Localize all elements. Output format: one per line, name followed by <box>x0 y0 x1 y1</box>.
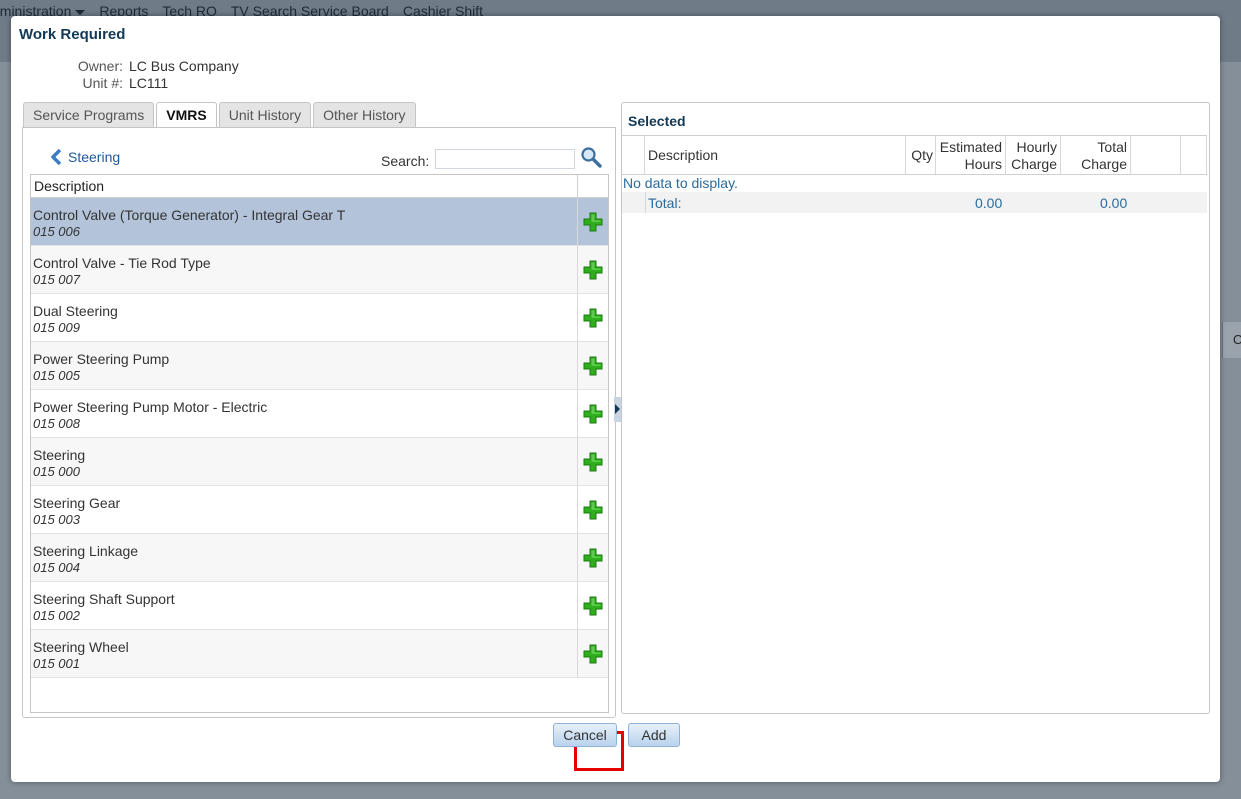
total-charge: 0.00 <box>1100 195 1128 211</box>
list-item[interactable]: Steering Shaft Support 015 002 <box>31 582 608 630</box>
column-total-charge[interactable]: Total Charge <box>1061 136 1131 174</box>
add-button[interactable]: Add <box>628 723 680 747</box>
vmrs-list: Description Control Valve (Torque Genera… <box>30 174 609 713</box>
list-item[interactable]: Control Valve (Torque Generator) - Integ… <box>31 198 608 246</box>
selected-grid-header: Description Qty Estimated Hours Hourly Cha… <box>622 135 1207 175</box>
column-description: Description <box>31 175 578 197</box>
item-code: 015 006 <box>33 224 80 239</box>
item-name: Steering Gear <box>33 495 121 511</box>
item-name: Dual Steering <box>33 303 118 319</box>
add-plus-icon[interactable] <box>583 212 603 232</box>
list-item[interactable]: Control Valve - Tie Rod Type 015 007 <box>31 246 608 294</box>
search-input[interactable] <box>435 149 575 169</box>
selected-panel: Selected Description Qty Estimated Hours … <box>621 102 1210 714</box>
add-plus-icon[interactable] <box>583 452 603 472</box>
item-code: 015 007 <box>33 272 80 287</box>
owner-label: Owner: <box>77 58 123 74</box>
list-item[interactable]: Power Steering Pump 015 005 <box>31 342 608 390</box>
list-item[interactable]: Steering Linkage 015 004 <box>31 534 608 582</box>
list-item[interactable]: Dual Steering 015 009 <box>31 294 608 342</box>
list-item[interactable]: Power Steering Pump Motor - Electric 015 … <box>31 390 608 438</box>
item-code: 015 005 <box>33 368 80 383</box>
item-name: Steering Linkage <box>33 543 139 559</box>
total-hours: 0.00 <box>975 195 1003 211</box>
unit-label: Unit #: <box>82 75 123 91</box>
add-plus-icon[interactable] <box>583 260 603 280</box>
add-plus-icon[interactable] <box>583 548 603 568</box>
caret-down-icon <box>75 9 86 15</box>
total-row: Total: 0.00 0.00 <box>622 192 1207 213</box>
unit-info: Owner: LC Bus Company Unit #: LC111 <box>75 58 239 92</box>
vmrs-list-header: Description <box>31 175 608 198</box>
background-column-header: O <box>1222 322 1241 358</box>
owner-value: LC Bus Company <box>129 58 239 74</box>
back-link-steering[interactable]: Steering <box>50 149 120 165</box>
list-item[interactable]: Steering Gear 015 003 <box>31 486 608 534</box>
list-item[interactable]: Steering 015 000 <box>31 438 608 486</box>
column-description[interactable]: Description <box>645 136 906 174</box>
dialog-title: Work Required <box>19 26 126 43</box>
tab-unit-history[interactable]: Unit History <box>218 102 312 127</box>
unit-value: LC111 <box>129 75 169 91</box>
search-icon[interactable] <box>580 146 602 168</box>
item-code: 015 009 <box>33 320 80 335</box>
triangle-right-icon <box>615 404 620 414</box>
chevron-left-icon <box>51 149 62 165</box>
tab-vmrs[interactable]: VMRS <box>156 102 217 128</box>
add-plus-icon[interactable] <box>583 500 603 520</box>
item-code: 015 008 <box>33 416 80 431</box>
add-plus-icon[interactable] <box>583 644 603 664</box>
panel-splitter[interactable] <box>614 397 621 422</box>
tab-bar: Service Programs VMRS Unit History Other… <box>23 102 416 128</box>
work-required-dialog: Work Required Owner: LC Bus Company Unit … <box>11 16 1220 782</box>
column-qty[interactable]: Qty <box>906 136 936 174</box>
item-name: Control Valve - Tie Rod Type <box>33 255 211 271</box>
add-plus-icon[interactable] <box>583 356 603 376</box>
total-label: Total: <box>648 195 682 211</box>
back-link-label: Steering <box>68 149 121 165</box>
item-code: 015 001 <box>33 656 80 671</box>
item-name: Power Steering Pump Motor - Electric <box>33 399 268 415</box>
item-code: 015 000 <box>33 464 80 479</box>
list-item[interactable]: Steering Wheel 015 001 <box>31 630 608 678</box>
vmrs-list-rows: Control Valve (Torque Generator) - Integ… <box>31 198 608 678</box>
column-estimated-hours[interactable]: Estimated Hours <box>936 136 1006 174</box>
tab-other-history[interactable]: Other History <box>313 102 416 127</box>
add-plus-icon[interactable] <box>583 308 603 328</box>
add-plus-icon[interactable] <box>583 404 603 424</box>
column-hourly-charge[interactable]: Hourly Charge <box>1006 136 1061 174</box>
item-code: 015 002 <box>33 608 80 623</box>
item-name: Power Steering Pump <box>33 351 170 367</box>
item-name: Control Valve (Torque Generator) - Integ… <box>33 207 346 223</box>
search-label: Search: <box>381 153 430 169</box>
no-data-message: No data to display. <box>623 175 738 191</box>
item-name: Steering Wheel <box>33 639 129 655</box>
item-code: 015 004 <box>33 560 80 575</box>
tab-service-programs[interactable]: Service Programs <box>23 102 155 127</box>
selected-title: Selected <box>628 113 686 129</box>
vmrs-panel: Steering Search: Description Control Val… <box>22 127 624 771</box>
item-code: 015 003 <box>33 512 80 527</box>
add-plus-icon[interactable] <box>583 596 603 616</box>
item-name: Steering Shaft Support <box>33 591 175 607</box>
item-name: Steering <box>33 447 86 463</box>
cancel-button[interactable]: Cancel <box>553 723 617 747</box>
